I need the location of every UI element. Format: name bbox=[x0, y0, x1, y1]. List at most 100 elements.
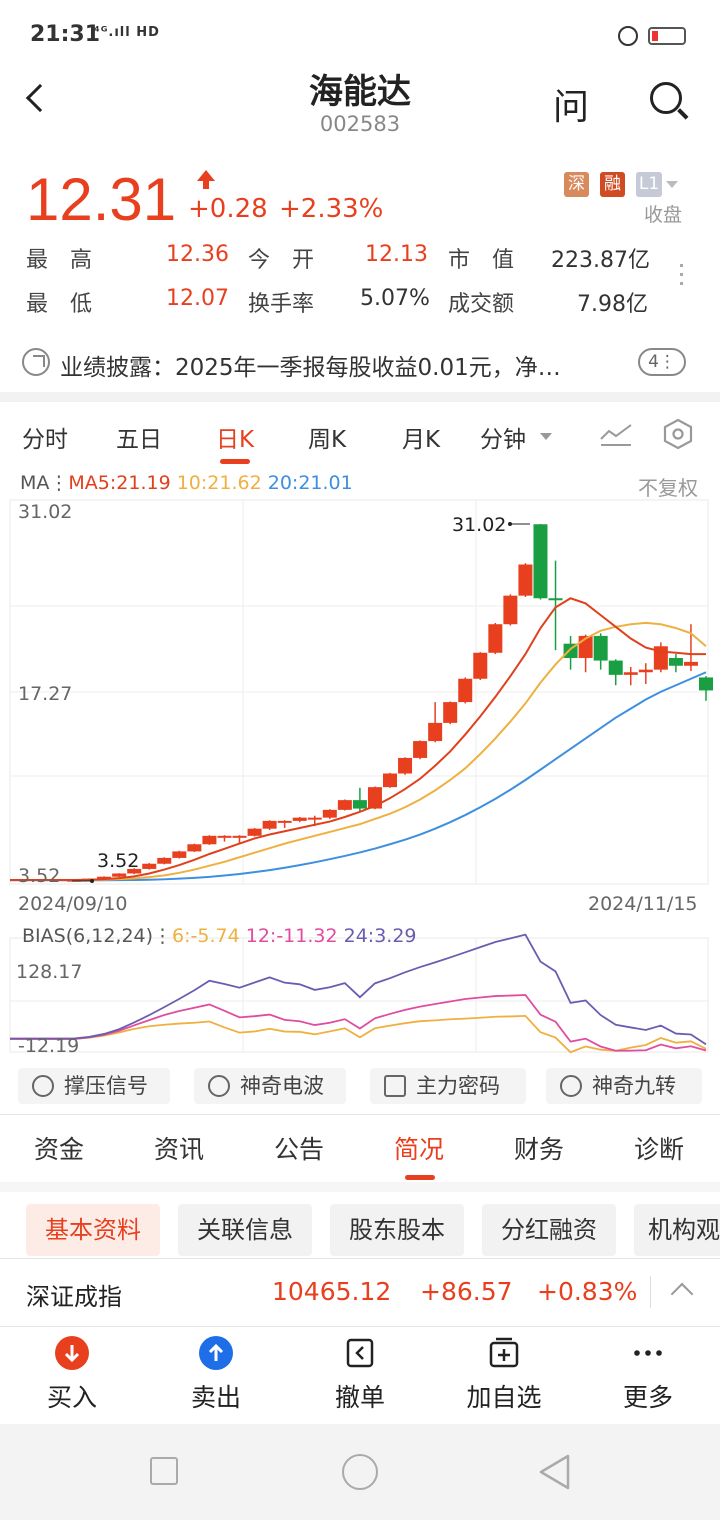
candle-body bbox=[488, 624, 503, 653]
sell-button[interactable]: 卖出 bbox=[166, 1336, 266, 1414]
tag-shenzhen: 深 bbox=[564, 172, 589, 197]
candle-body bbox=[518, 564, 533, 596]
y-axis-mid-label: 17.27 bbox=[18, 683, 72, 705]
candle-body bbox=[683, 661, 698, 666]
buy-button[interactable]: 买入 bbox=[22, 1336, 122, 1414]
tab-announcements[interactable]: 公告 bbox=[274, 1130, 324, 1166]
candle-body bbox=[548, 598, 563, 601]
low-label: 最 低 bbox=[26, 292, 93, 317]
min-price-marker: 3.52 bbox=[97, 850, 139, 872]
recents-nav-icon[interactable] bbox=[150, 1457, 178, 1485]
signal-icon: ⁴ᴳ.ıll HD bbox=[94, 25, 160, 40]
index-change: +86.57 bbox=[420, 1277, 513, 1306]
divider bbox=[0, 1114, 720, 1115]
chart-compare-icon[interactable] bbox=[599, 421, 633, 447]
open-label: 今 开 bbox=[248, 248, 315, 273]
bias-frame bbox=[9, 937, 709, 1053]
bias24-value: 24:3.29 bbox=[343, 925, 417, 947]
candle-body bbox=[533, 524, 548, 599]
tab-weekly-k[interactable]: 周K bbox=[308, 420, 346, 454]
support-pressure-button[interactable]: 撑压信号 bbox=[18, 1068, 170, 1104]
subtab-basic-info[interactable]: 基本资料 bbox=[26, 1204, 160, 1256]
disclosure-text[interactable]: 业绩披露：2025年一季报每股收益0.01元，净… bbox=[60, 348, 620, 382]
subtab-related-info[interactable]: 关联信息 bbox=[178, 1204, 312, 1256]
tab-diagnosis[interactable]: 诊断 bbox=[634, 1130, 684, 1166]
tab-five-day[interactable]: 五日 bbox=[116, 420, 162, 454]
add-watchlist-button[interactable]: 加自选 bbox=[454, 1336, 554, 1414]
status-bar: 21:31 ⁴ᴳ.ıll HD bbox=[0, 0, 720, 70]
candle-body bbox=[473, 652, 488, 679]
candle-body bbox=[638, 669, 653, 673]
more-dots-icon bbox=[631, 1336, 665, 1370]
tab-intraday[interactable]: 分时 bbox=[22, 420, 68, 454]
date-end-label: 2024/11/15 bbox=[588, 893, 698, 915]
disclosure-count-badge[interactable]: 4⋮ bbox=[638, 348, 686, 376]
ma-legend-prefix: MA⋮ bbox=[20, 472, 69, 494]
back-nav-icon[interactable] bbox=[536, 1452, 572, 1492]
sell-label: 卖出 bbox=[190, 1383, 241, 1412]
minute-dropdown-icon[interactable] bbox=[540, 433, 552, 440]
bias12-value: 12:-11.32 bbox=[245, 925, 338, 947]
bias6-value: 6:-5.74 bbox=[172, 925, 240, 947]
bias-legend: BIAS(6,12,24)⋮6:-5.74 12:-11.32 24:3.29 bbox=[22, 925, 417, 947]
bias-legend-prefix: BIAS(6,12,24)⋮ bbox=[22, 925, 173, 947]
expand-up-icon[interactable] bbox=[670, 1282, 694, 1306]
more-vert-icon[interactable] bbox=[680, 264, 684, 292]
index-name[interactable]: 深证成指 bbox=[26, 1277, 122, 1312]
candle-body bbox=[187, 844, 202, 852]
kline-chart[interactable]: 31.02 17.27 3.52 31.02 3.52 2024/09/10 2… bbox=[0, 498, 720, 1064]
ma20-value: 20:21.01 bbox=[267, 472, 353, 494]
candle-body bbox=[142, 863, 157, 869]
section-divider bbox=[0, 392, 720, 402]
subtab-institutions[interactable]: 机构观 bbox=[634, 1204, 720, 1256]
candle-body bbox=[307, 817, 322, 820]
buy-label: 买入 bbox=[46, 1383, 97, 1412]
tab-finance[interactable]: 财务 bbox=[514, 1130, 564, 1166]
tab-profile[interactable]: 简况 bbox=[394, 1130, 444, 1166]
search-icon[interactable] bbox=[650, 82, 682, 114]
tab-monthly-k[interactable]: 月K bbox=[402, 420, 440, 454]
magic-wave-button[interactable]: 神奇电波 bbox=[194, 1068, 346, 1104]
candle-body bbox=[623, 672, 638, 675]
tab-minute[interactable]: 分钟 bbox=[480, 420, 526, 454]
chevron-circle-icon bbox=[560, 1075, 582, 1097]
tool-label: 神奇九转 bbox=[592, 1074, 676, 1098]
cancel-order-button[interactable]: 撤单 bbox=[310, 1336, 410, 1414]
index-separator bbox=[650, 1276, 651, 1308]
divider bbox=[0, 1326, 720, 1327]
tab-news[interactable]: 资讯 bbox=[154, 1130, 204, 1166]
turnover-label: 换手率 bbox=[248, 292, 315, 317]
tab-funds[interactable]: 资金 bbox=[34, 1130, 84, 1166]
home-nav-icon[interactable] bbox=[342, 1454, 378, 1490]
magic-nine-button[interactable]: 神奇九转 bbox=[546, 1068, 702, 1104]
candle-body bbox=[668, 657, 683, 666]
ask-button[interactable]: 问 bbox=[553, 78, 589, 130]
min-marker-dot bbox=[90, 879, 94, 883]
subtab-shareholders[interactable]: 股东股本 bbox=[330, 1204, 464, 1256]
subtab-dividends[interactable]: 分红融资 bbox=[482, 1204, 616, 1256]
index-change-pct: +0.83% bbox=[537, 1277, 638, 1306]
tag-level1[interactable]: L1 bbox=[636, 172, 662, 197]
cancel-order-label: 撤单 bbox=[334, 1383, 385, 1412]
price-change: +0.28 bbox=[188, 194, 268, 224]
add-watchlist-label: 加自选 bbox=[466, 1383, 542, 1412]
ma5-value: MA5:21.19 bbox=[68, 472, 171, 494]
main-force-button[interactable]: 主力密码 bbox=[370, 1068, 526, 1104]
tag-margin: 融 bbox=[600, 172, 625, 197]
adjust-mode-toggle[interactable]: 不复权 bbox=[638, 472, 698, 501]
high-label: 最 高 bbox=[26, 248, 93, 273]
candle-body bbox=[413, 741, 428, 758]
settings-hex-icon[interactable] bbox=[662, 418, 694, 450]
level-dropdown-icon[interactable] bbox=[666, 181, 678, 188]
tab-daily-k[interactable]: 日K bbox=[216, 420, 254, 454]
ma-legend: MA⋮MA5:21.19 10:21.62 20:21.01 bbox=[20, 472, 353, 494]
ma10-line bbox=[10, 621, 707, 881]
candle-body bbox=[157, 857, 172, 864]
candle-body bbox=[292, 817, 307, 821]
mktcap-value: 223.87亿 bbox=[551, 248, 650, 273]
bias12-line bbox=[10, 994, 707, 1052]
candle-body bbox=[277, 820, 292, 823]
candle-body bbox=[247, 828, 262, 836]
price-change-pct: +2.33% bbox=[279, 194, 384, 224]
more-button[interactable]: 更多 bbox=[598, 1336, 698, 1414]
